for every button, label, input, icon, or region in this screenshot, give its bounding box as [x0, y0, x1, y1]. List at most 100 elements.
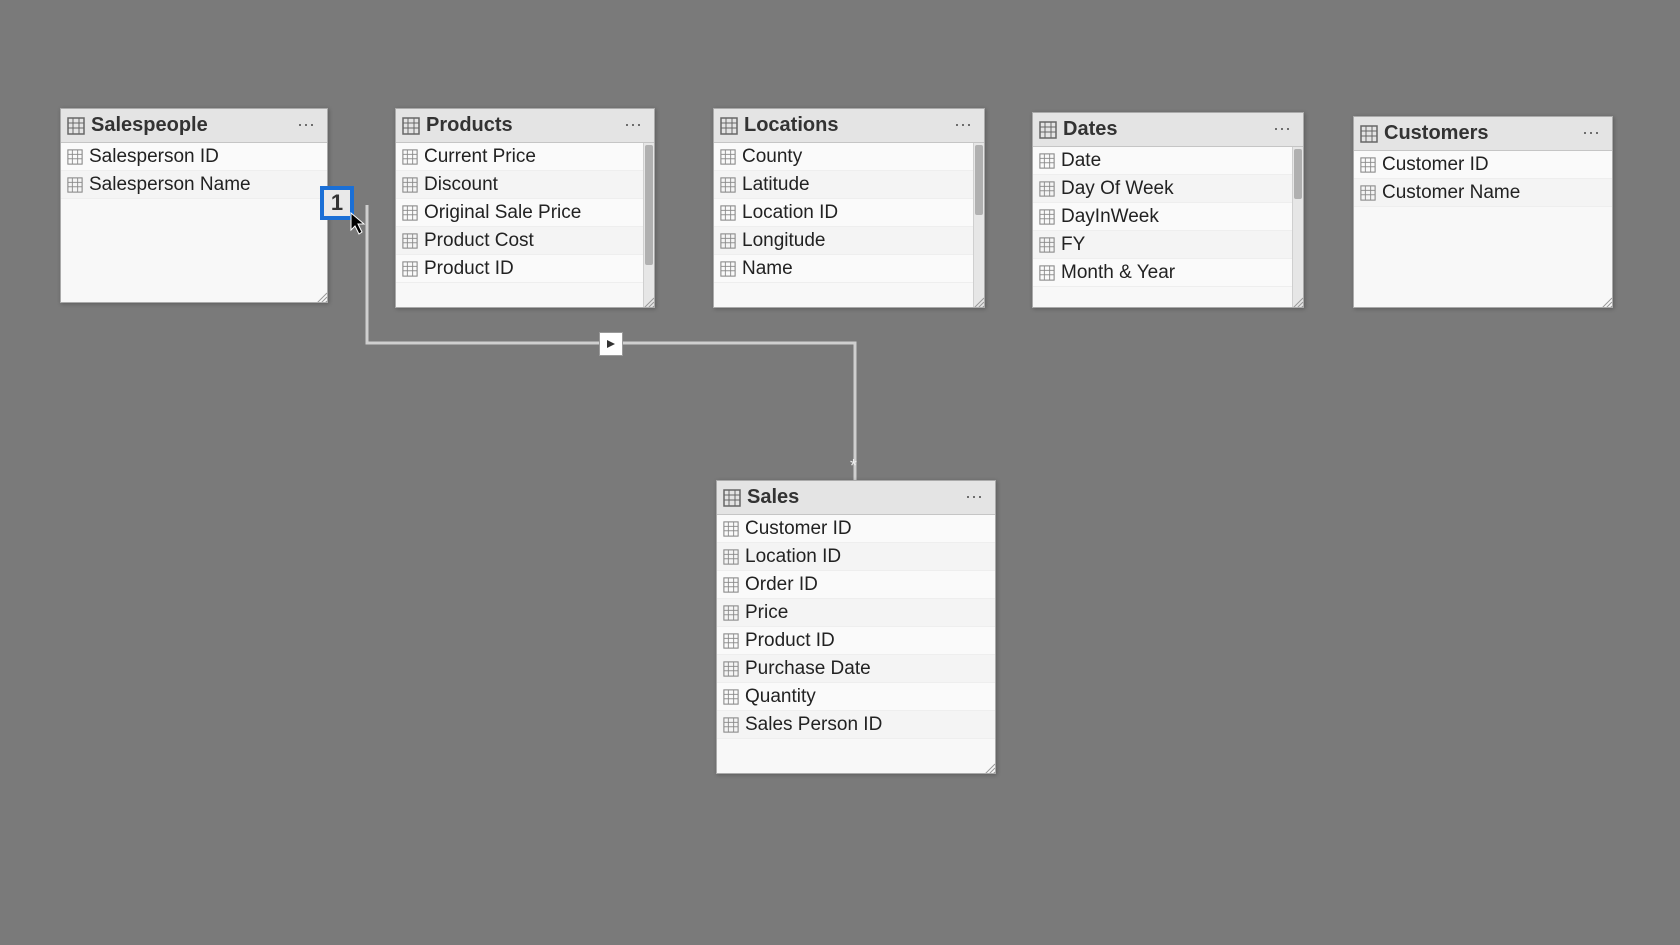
- column-icon: [723, 577, 739, 593]
- table-locations[interactable]: Locations ⋯ County Latitude Location ID …: [713, 108, 985, 308]
- more-icon[interactable]: ⋯: [965, 487, 987, 508]
- resize-handle[interactable]: [1600, 295, 1612, 307]
- field-label: Sales Person ID: [745, 714, 882, 736]
- table-header[interactable]: Customers ⋯: [1354, 117, 1612, 151]
- table-header[interactable]: Products ⋯: [396, 109, 654, 143]
- field-row[interactable]: Customer Name: [1354, 179, 1612, 207]
- resize-handle[interactable]: [1291, 295, 1303, 307]
- field-row[interactable]: Salesperson Name: [61, 171, 327, 199]
- field-label: Day Of Week: [1061, 178, 1174, 200]
- field-label: Price: [745, 602, 788, 624]
- table-icon: [1039, 121, 1057, 139]
- field-label: Current Price: [424, 146, 536, 168]
- field-row[interactable]: Purchase Date: [717, 655, 995, 683]
- field-row[interactable]: Product ID: [717, 627, 995, 655]
- scrollbar[interactable]: [643, 143, 654, 307]
- field-row[interactable]: Quantity: [717, 683, 995, 711]
- field-row[interactable]: FY: [1033, 231, 1303, 259]
- resize-handle[interactable]: [642, 295, 654, 307]
- field-label: Customer Name: [1382, 182, 1520, 204]
- field-row[interactable]: Month & Year: [1033, 259, 1303, 287]
- column-icon: [402, 261, 418, 277]
- field-row[interactable]: Customer ID: [717, 515, 995, 543]
- more-icon[interactable]: ⋯: [1582, 123, 1604, 144]
- field-row[interactable]: Location ID: [714, 199, 984, 227]
- table-sales[interactable]: Sales ⋯ Customer ID Location ID Order ID…: [716, 480, 996, 774]
- column-icon: [402, 177, 418, 193]
- field-row[interactable]: County: [714, 143, 984, 171]
- resize-handle[interactable]: [315, 290, 327, 302]
- column-icon: [723, 661, 739, 677]
- more-icon[interactable]: ⋯: [624, 115, 646, 136]
- field-label: Purchase Date: [745, 658, 871, 680]
- field-row[interactable]: Longitude: [714, 227, 984, 255]
- column-icon: [720, 177, 736, 193]
- table-header[interactable]: Dates ⋯: [1033, 113, 1303, 147]
- field-row[interactable]: Day Of Week: [1033, 175, 1303, 203]
- resize-handle[interactable]: [972, 295, 984, 307]
- field-row[interactable]: Latitude: [714, 171, 984, 199]
- field-label: DayInWeek: [1061, 206, 1159, 228]
- column-icon: [723, 605, 739, 621]
- scroll-thumb[interactable]: [1294, 149, 1302, 199]
- field-row[interactable]: Location ID: [717, 543, 995, 571]
- table-header[interactable]: Locations ⋯: [714, 109, 984, 143]
- table-icon: [67, 117, 85, 135]
- column-icon: [1039, 181, 1055, 197]
- field-row[interactable]: Name: [714, 255, 984, 283]
- field-label: Product ID: [745, 630, 835, 652]
- column-icon: [720, 261, 736, 277]
- scroll-thumb[interactable]: [645, 145, 653, 265]
- field-row[interactable]: Date: [1033, 147, 1303, 175]
- column-icon: [720, 205, 736, 221]
- field-label: Original Sale Price: [424, 202, 581, 224]
- field-row[interactable]: DayInWeek: [1033, 203, 1303, 231]
- column-icon: [723, 689, 739, 705]
- table-products[interactable]: Products ⋯ Current Price Discount Origin…: [395, 108, 655, 308]
- scrollbar[interactable]: [1292, 147, 1303, 307]
- table-title: Products: [426, 114, 624, 137]
- field-label: Customer ID: [745, 518, 852, 540]
- table-icon: [402, 117, 420, 135]
- field-label: Month & Year: [1061, 262, 1175, 284]
- more-icon[interactable]: ⋯: [1273, 119, 1295, 140]
- scrollbar[interactable]: [973, 143, 984, 307]
- column-icon: [1360, 157, 1376, 173]
- column-icon: [402, 233, 418, 249]
- table-header[interactable]: Sales ⋯: [717, 481, 995, 515]
- field-row[interactable]: Original Sale Price: [396, 199, 654, 227]
- more-icon[interactable]: ⋯: [954, 115, 976, 136]
- column-icon: [402, 149, 418, 165]
- table-customers[interactable]: Customers ⋯ Customer ID Customer Name: [1353, 116, 1613, 308]
- table-title: Dates: [1063, 118, 1273, 141]
- field-row[interactable]: Salesperson ID: [61, 143, 327, 171]
- field-label: Latitude: [742, 174, 810, 196]
- column-icon: [1039, 265, 1055, 281]
- resize-handle[interactable]: [983, 761, 995, 773]
- table-icon: [1360, 125, 1378, 143]
- table-header[interactable]: Salespeople ⋯: [61, 109, 327, 143]
- column-icon: [67, 177, 83, 193]
- table-salespeople[interactable]: Salespeople ⋯ Salesperson ID Salesperson…: [60, 108, 328, 303]
- field-label: Location ID: [745, 546, 841, 568]
- field-row[interactable]: Discount: [396, 171, 654, 199]
- field-row[interactable]: Order ID: [717, 571, 995, 599]
- field-row[interactable]: Price: [717, 599, 995, 627]
- model-canvas[interactable]: * Salespeople ⋯ Salesperson ID Salespers…: [0, 0, 1680, 945]
- table-dates[interactable]: Dates ⋯ Date Day Of Week DayInWeek FY Mo…: [1032, 112, 1304, 308]
- field-row[interactable]: Current Price: [396, 143, 654, 171]
- field-label: Product Cost: [424, 230, 534, 252]
- filter-direction-icon: [599, 332, 623, 356]
- field-label: County: [742, 146, 802, 168]
- field-row[interactable]: Product ID: [396, 255, 654, 283]
- more-icon[interactable]: ⋯: [297, 115, 319, 136]
- field-label: Customer ID: [1382, 154, 1489, 176]
- field-row[interactable]: Customer ID: [1354, 151, 1612, 179]
- field-row[interactable]: Product Cost: [396, 227, 654, 255]
- field-label: Salesperson ID: [89, 146, 219, 168]
- scroll-thumb[interactable]: [975, 145, 983, 215]
- table-title: Salespeople: [91, 114, 297, 137]
- field-row[interactable]: Sales Person ID: [717, 711, 995, 739]
- field-label: Longitude: [742, 230, 825, 252]
- field-label: Date: [1061, 150, 1101, 172]
